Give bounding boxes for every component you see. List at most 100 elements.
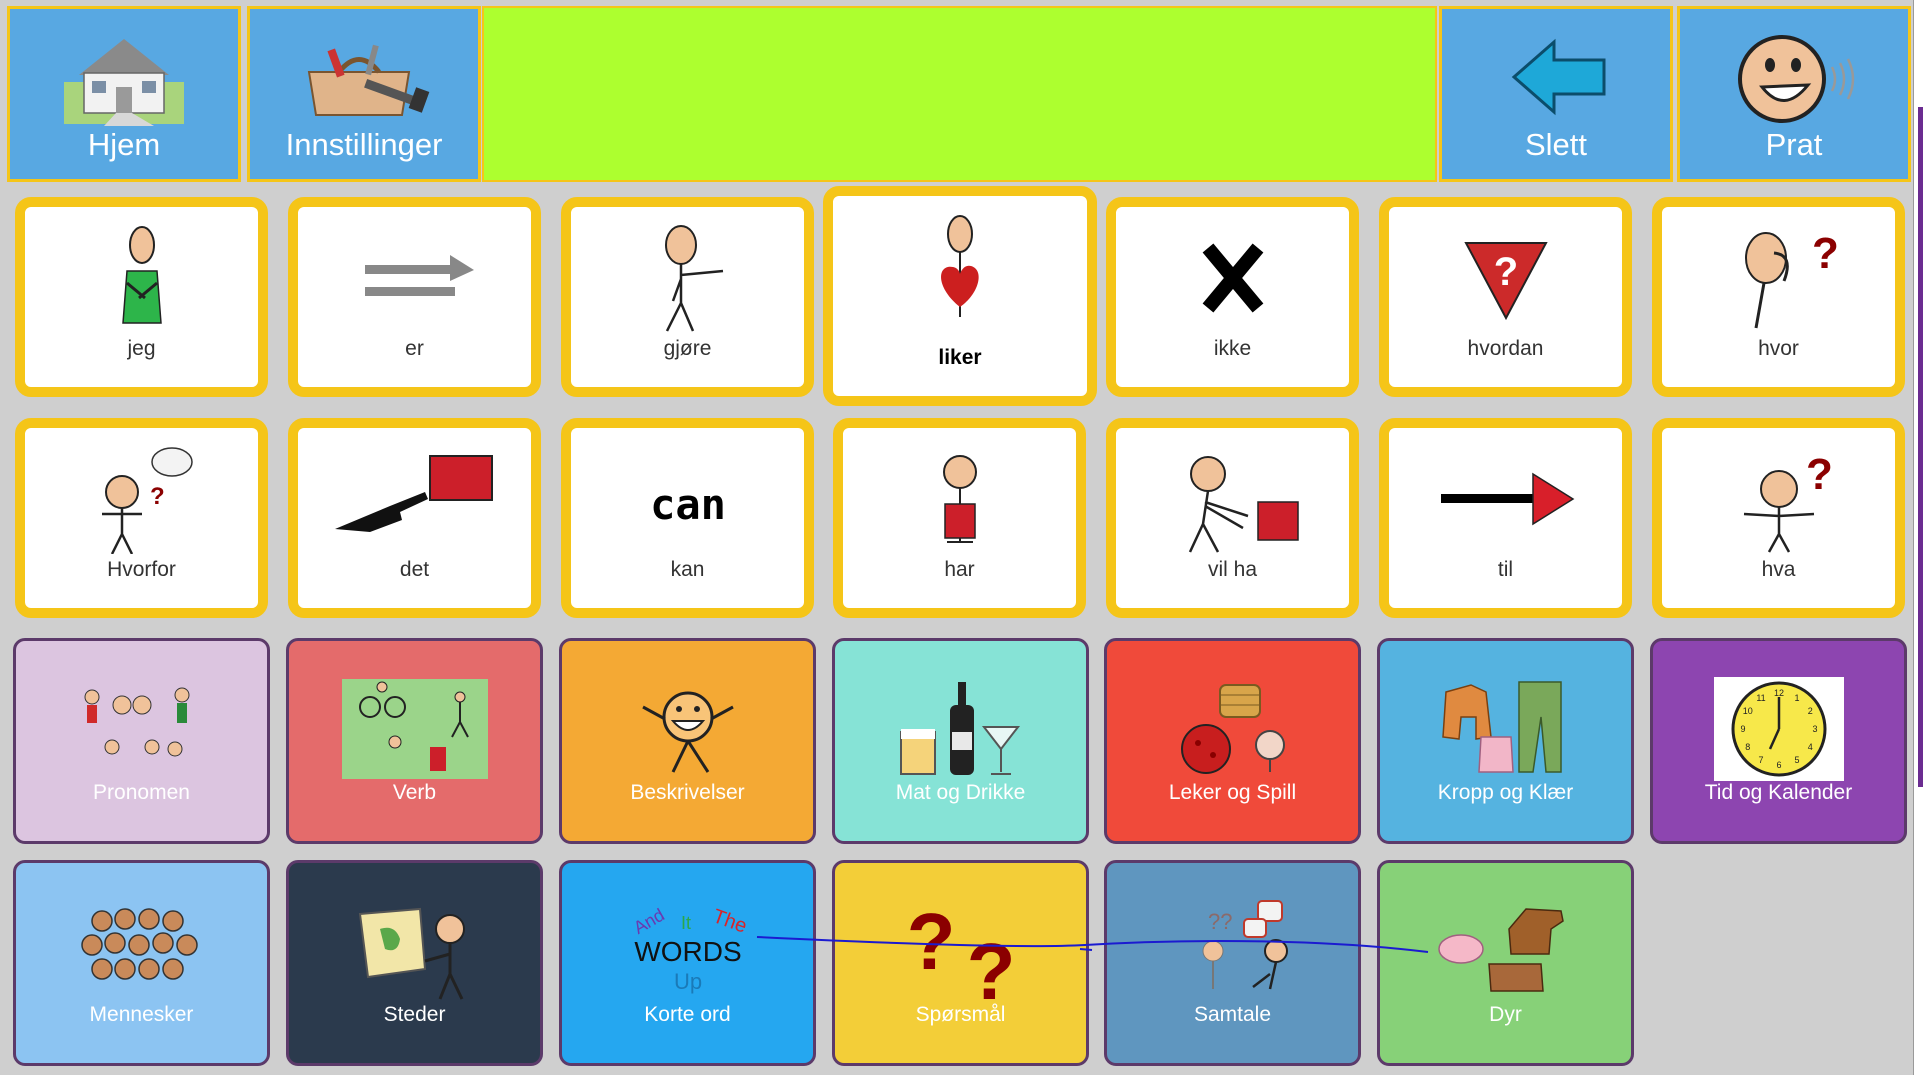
cross-icon bbox=[1202, 243, 1263, 313]
clock-number: 12 bbox=[1773, 688, 1783, 698]
category-samtale[interactable]: ?? Samtale bbox=[1104, 860, 1361, 1066]
map-person-icon bbox=[358, 907, 465, 1000]
can-symbol-text: can bbox=[650, 480, 726, 529]
word-it: It bbox=[681, 913, 691, 933]
svg-text:?: ? bbox=[1493, 250, 1517, 294]
category-korte-ord[interactable]: And It The WORDS Up Korte ord bbox=[559, 860, 816, 1066]
word-tile-til[interactable]: til bbox=[1379, 418, 1632, 618]
conversation-icon: ?? bbox=[1202, 900, 1288, 990]
word-tile-ikke[interactable]: ikke bbox=[1106, 197, 1359, 397]
back-arrow-icon bbox=[1511, 38, 1606, 116]
word-label: ikke bbox=[1213, 337, 1252, 360]
speak-label: Prat bbox=[1765, 127, 1823, 162]
word-label: har bbox=[944, 558, 975, 581]
category-dyr[interactable]: Dyr bbox=[1377, 860, 1634, 1066]
svg-text:?: ? bbox=[966, 927, 1015, 1003]
word-label: til bbox=[1497, 558, 1514, 581]
word-tile-liker[interactable]: liker bbox=[823, 186, 1097, 406]
category-steder[interactable]: Steder bbox=[286, 860, 543, 1066]
clothes-icon bbox=[1441, 681, 1562, 773]
delete-label: Slett bbox=[1524, 127, 1588, 162]
category-label: Tid og Kalender bbox=[1704, 781, 1853, 804]
pointing-hand-icon bbox=[334, 455, 493, 532]
category-pronomen[interactable]: Pronomen bbox=[13, 638, 270, 844]
word-tile-gjore[interactable]: gjøre bbox=[561, 197, 814, 397]
delete-button[interactable]: Slett bbox=[1439, 6, 1673, 182]
category-label: Pronomen bbox=[93, 781, 190, 804]
person-speech-question-icon: ? bbox=[101, 447, 193, 554]
clock-number: 11 bbox=[1756, 693, 1765, 703]
person-shrug-question-icon: ? bbox=[1743, 450, 1833, 553]
message-bar[interactable] bbox=[482, 6, 1437, 182]
word-label: hvordan bbox=[1467, 337, 1544, 360]
word-tile-hvordan[interactable]: ? hvordan bbox=[1379, 197, 1632, 397]
clock-number: 10 bbox=[1742, 706, 1752, 716]
clock-number: 6 bbox=[1776, 760, 1781, 770]
word-tile-hva[interactable]: ? hva bbox=[1652, 418, 1905, 618]
word-tile-hvorfor[interactable]: ? Hvorfor bbox=[15, 418, 268, 618]
clock-number: 3 bbox=[1812, 724, 1817, 734]
person-self-icon bbox=[121, 226, 162, 324]
arrow-right-icon bbox=[1440, 472, 1574, 526]
word-label: jeg bbox=[127, 337, 156, 360]
svg-text:?: ? bbox=[150, 483, 165, 510]
category-leker-og-spill[interactable]: Leker og Spill bbox=[1104, 638, 1361, 844]
speaking-face-icon bbox=[1738, 35, 1855, 123]
settings-button[interactable]: Innstillinger bbox=[247, 6, 481, 182]
word-tile-vil-ha[interactable]: vil ha bbox=[1106, 418, 1359, 618]
category-label: Dyr bbox=[1489, 1003, 1522, 1026]
word-and: And bbox=[630, 905, 668, 938]
category-beskrivelser[interactable]: Beskrivelser bbox=[559, 638, 816, 844]
can-text-icon: can bbox=[650, 480, 726, 529]
word-label: hva bbox=[1761, 558, 1796, 581]
speak-button[interactable]: Prat bbox=[1677, 6, 1911, 182]
category-label: Mat og Drikke bbox=[895, 781, 1026, 804]
svg-text:?: ? bbox=[1806, 450, 1833, 499]
category-label: Korte ord bbox=[644, 1003, 731, 1026]
clock-number: 1 bbox=[1794, 693, 1799, 703]
house-icon bbox=[64, 39, 184, 126]
word-label: vil ha bbox=[1207, 558, 1258, 581]
category-tid-og-kalender[interactable]: 12 1 2 3 4 5 6 7 8 9 10 11 Tid og Kalender bbox=[1650, 638, 1907, 844]
window-accent-bar bbox=[1918, 107, 1923, 787]
word-tile-har[interactable]: har bbox=[833, 418, 1086, 618]
category-label: Kropp og Klær bbox=[1437, 781, 1574, 804]
word-label: kan bbox=[670, 558, 705, 581]
people-group-icon bbox=[84, 687, 189, 757]
word-tile-er[interactable]: er bbox=[288, 197, 541, 397]
word-tile-jeg[interactable]: jeg bbox=[15, 197, 268, 397]
category-label: Steder bbox=[383, 1003, 446, 1026]
toys-icon bbox=[1180, 684, 1285, 774]
word-label: liker bbox=[938, 346, 982, 369]
category-kropp-og-klaer[interactable]: Kropp og Klær bbox=[1377, 638, 1634, 844]
animals-icon bbox=[1437, 908, 1564, 992]
clock-icon: 12 1234567891011 bbox=[1713, 677, 1844, 781]
person-question-icon: ? bbox=[1744, 229, 1838, 329]
word-tile-hvor[interactable]: ? hvor bbox=[1652, 197, 1905, 397]
word-tile-det[interactable]: det bbox=[288, 418, 541, 618]
word-tile-kan[interactable]: can kan bbox=[561, 418, 814, 618]
top-bar: Hjem Innstillinger Slett Prat bbox=[7, 6, 1911, 186]
settings-label: Innstillinger bbox=[285, 127, 443, 162]
word-label: hvor bbox=[1758, 337, 1799, 360]
category-sporsmal[interactable]: ? ? Spørsmål bbox=[832, 860, 1089, 1066]
word-label: gjøre bbox=[663, 337, 712, 360]
home-button[interactable]: Hjem bbox=[7, 6, 241, 182]
toolbox-icon bbox=[307, 44, 430, 116]
category-mennesker[interactable]: Mennesker bbox=[13, 860, 270, 1066]
word-label: er bbox=[405, 337, 424, 360]
clock-number: 7 bbox=[1758, 755, 1763, 765]
word-the: The bbox=[709, 905, 749, 937]
category-verb[interactable]: Verb bbox=[286, 638, 543, 844]
question-marks-icon: ? ? bbox=[906, 899, 1015, 1003]
category-mat-og-drikke[interactable]: Mat og Drikke bbox=[832, 638, 1089, 844]
person-reaching-box-icon bbox=[1188, 456, 1299, 553]
person-holding-box-icon bbox=[942, 455, 977, 543]
svg-text:??: ?? bbox=[1208, 909, 1232, 934]
drinks-icon bbox=[899, 682, 1020, 775]
category-label: Samtale bbox=[1193, 1003, 1272, 1026]
person-heart-icon bbox=[941, 215, 979, 317]
category-label: Leker og Spill bbox=[1168, 781, 1297, 804]
happy-face-icon bbox=[641, 691, 734, 773]
person-doing-icon bbox=[664, 225, 723, 332]
